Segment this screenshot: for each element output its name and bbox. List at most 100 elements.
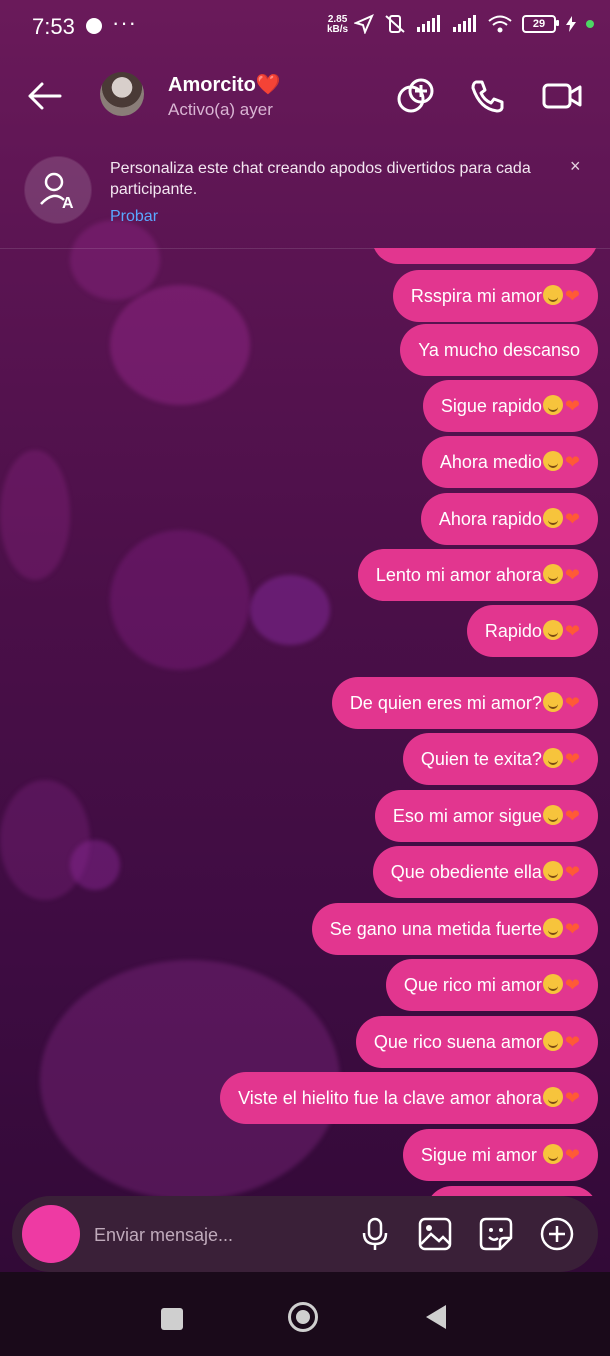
message-bubble[interactable]: Viste el hielito fue la clave amor ahora… bbox=[220, 1072, 598, 1124]
sticker-icon[interactable] bbox=[478, 1216, 514, 1252]
heart-emoji-icon: ❤ bbox=[564, 749, 580, 769]
add-more-icon[interactable] bbox=[539, 1216, 575, 1252]
close-banner-icon[interactable]: × bbox=[570, 156, 581, 177]
location-icon bbox=[354, 14, 374, 34]
message-bubble[interactable]: Rapido ❤ bbox=[466, 605, 598, 657]
message-text: De quien eres mi amor? bbox=[349, 693, 542, 713]
contact-status: Activo(a) ayer bbox=[168, 100, 273, 119]
heart-emoji-icon: ❤ bbox=[564, 806, 580, 826]
smile-emoji-icon bbox=[542, 748, 563, 768]
microphone-icon[interactable] bbox=[357, 1216, 393, 1252]
notification-dot-icon bbox=[86, 18, 102, 34]
message-bubble[interactable]: Que obediente ella ❤ bbox=[372, 846, 598, 898]
heart-emoji-icon: ❤ bbox=[564, 1032, 580, 1052]
network-speed-unit: kB/s bbox=[327, 24, 349, 35]
network-speed: 2.85 kB/s bbox=[327, 15, 348, 35]
heart-emoji-icon: ❤ bbox=[564, 975, 580, 995]
message-text: Lento mi amor ahora bbox=[375, 565, 542, 585]
message-bubble[interactable]: Lento mi amor ahora ❤ bbox=[357, 549, 598, 601]
message-input[interactable] bbox=[92, 1220, 336, 1250]
contact-name-text: Amorcito bbox=[168, 74, 256, 96]
message-bubble[interactable]: Quien te exita? ❤ bbox=[402, 733, 598, 785]
message-bubble[interactable]: Ahora medio ❤ bbox=[421, 436, 598, 488]
smile-emoji-icon bbox=[542, 1144, 563, 1164]
message-bubble[interactable]: Ya mucho descanso bbox=[400, 324, 598, 376]
system-nav-bar bbox=[0, 1272, 610, 1356]
message-text: Viste el hielito fue la clave amor ahora bbox=[238, 1088, 542, 1108]
smile-emoji-icon bbox=[542, 974, 563, 994]
message-bubble[interactable]: Sigue rapido ❤ bbox=[422, 380, 598, 432]
message-bubble-partial[interactable] bbox=[426, 1186, 598, 1196]
signal-icon bbox=[417, 15, 440, 32]
smile-emoji-icon bbox=[542, 451, 563, 471]
smile-emoji-icon bbox=[542, 1031, 563, 1051]
smile-emoji-icon bbox=[542, 918, 563, 938]
nickname-banner: A Personaliza este chat creando apodos d… bbox=[0, 138, 610, 249]
message-text: Se gano una metida fuerte bbox=[329, 919, 542, 939]
signal-icon-2 bbox=[453, 15, 476, 32]
message-text: Sigue mi amor bbox=[420, 1145, 542, 1165]
status-icons: 29 bbox=[354, 14, 594, 34]
message-text: Que rico mi amor bbox=[403, 975, 542, 995]
message-text: Ahora medio bbox=[439, 452, 542, 472]
nav-back-icon[interactable] bbox=[426, 1305, 446, 1329]
heart-emoji-icon: ❤ bbox=[564, 693, 580, 713]
heart-emoji-icon: ❤ bbox=[564, 919, 580, 939]
message-composer bbox=[12, 1196, 598, 1272]
try-link[interactable]: Probar bbox=[110, 208, 158, 226]
contact-avatar[interactable] bbox=[100, 72, 144, 116]
smile-emoji-icon bbox=[542, 1087, 563, 1107]
contact-heart-emoji: ❤️ bbox=[255, 74, 281, 96]
banner-text: Personaliza este chat creando apodos div… bbox=[110, 160, 531, 198]
message-bubble[interactable]: Sigue mi amor ❤ bbox=[402, 1129, 598, 1181]
camera-button[interactable] bbox=[22, 1205, 80, 1263]
status-time: 7:53 bbox=[32, 14, 75, 39]
contact-name[interactable]: Amorcito❤️ bbox=[168, 72, 281, 97]
charging-icon bbox=[566, 16, 576, 32]
message-text: Que rico suena amor bbox=[373, 1032, 542, 1052]
smile-emoji-icon bbox=[542, 692, 563, 712]
message-text: Ahora rapido bbox=[438, 509, 542, 529]
video-call-icon[interactable] bbox=[540, 74, 584, 118]
message-text: Que obediente ella bbox=[390, 862, 542, 882]
message-text: Sigue rapido bbox=[440, 396, 542, 416]
home-icon[interactable] bbox=[288, 1302, 318, 1332]
heart-emoji-icon: ❤ bbox=[564, 1145, 580, 1165]
message-bubble[interactable]: De quien eres mi amor? ❤ bbox=[331, 677, 598, 729]
heart-emoji-icon: ❤ bbox=[564, 509, 580, 529]
vibrate-off-icon bbox=[385, 15, 405, 33]
smile-emoji-icon bbox=[542, 395, 563, 415]
message-bubble[interactable]: Que rico mi amor ❤ bbox=[385, 959, 598, 1011]
smile-emoji-icon bbox=[542, 805, 563, 825]
battery-level: 29 bbox=[532, 18, 546, 30]
heart-emoji-icon: ❤ bbox=[564, 452, 580, 472]
smile-emoji-icon bbox=[542, 861, 563, 881]
message-text: Ya mucho descanso bbox=[418, 340, 580, 360]
message-list: Rsspira mi amor ❤ Ya mucho descanso Sigue… bbox=[0, 248, 610, 1196]
message-text: Rsspira mi amor bbox=[410, 286, 542, 306]
smile-emoji-icon bbox=[542, 508, 563, 528]
nickname-icon: A bbox=[24, 156, 92, 224]
battery-icon: 29 bbox=[522, 15, 559, 33]
message-bubble-partial[interactable] bbox=[372, 248, 598, 264]
message-text: Eso mi amor sigue bbox=[392, 806, 542, 826]
add-people-icon[interactable] bbox=[394, 74, 438, 118]
message-bubble[interactable]: Eso mi amor sigue ❤ bbox=[374, 790, 598, 842]
smile-emoji-icon bbox=[542, 564, 563, 584]
status-bar: 7:53 ··· 2.85 kB/s 29 bbox=[0, 0, 610, 56]
message-bubble[interactable]: Ahora rapido ❤ bbox=[420, 493, 598, 545]
back-arrow-icon[interactable] bbox=[22, 74, 66, 118]
message-bubble[interactable]: Se gano una metida fuerte ❤ bbox=[311, 903, 598, 955]
charging-indicator-icon bbox=[586, 20, 594, 28]
smile-emoji-icon bbox=[542, 620, 563, 640]
recent-apps-icon[interactable] bbox=[161, 1308, 183, 1330]
gallery-icon[interactable] bbox=[417, 1216, 453, 1252]
more-notifications-icon: ··· bbox=[112, 10, 137, 35]
message-bubble[interactable]: Rsspira mi amor ❤ bbox=[392, 270, 598, 322]
chat-header: Amorcito❤️ Activo(a) ayer bbox=[0, 56, 610, 136]
message-text: Rapido bbox=[484, 621, 542, 641]
heart-emoji-icon: ❤ bbox=[564, 286, 580, 306]
svg-text:A: A bbox=[62, 195, 74, 212]
phone-call-icon[interactable] bbox=[466, 74, 510, 118]
message-bubble[interactable]: Que rico suena amor ❤ bbox=[355, 1016, 598, 1068]
